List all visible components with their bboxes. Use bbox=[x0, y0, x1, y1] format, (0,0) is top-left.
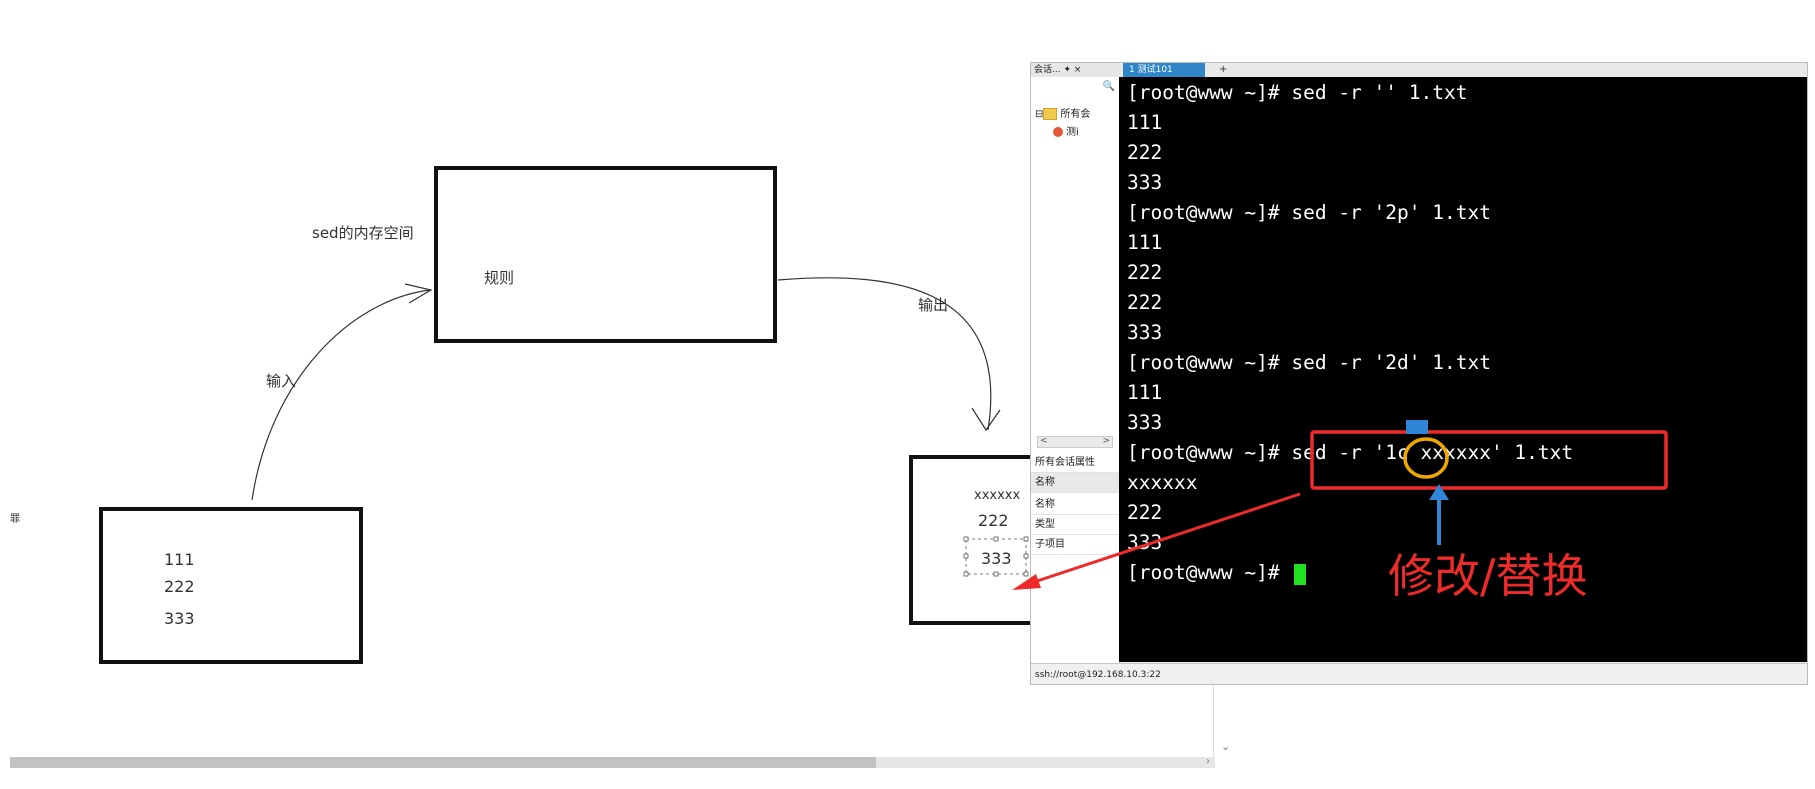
annotation-text: 修改/替换 bbox=[1388, 549, 1588, 603]
scroll-thumb[interactable] bbox=[10, 757, 876, 768]
selection-marker-icon bbox=[1406, 420, 1428, 434]
annotation-marks bbox=[1012, 420, 1668, 590]
chevron-down-icon[interactable]: ⌄ bbox=[1221, 740, 1230, 753]
red-pointer-arrow bbox=[1021, 492, 1301, 588]
chevron-right-icon[interactable]: › bbox=[1206, 756, 1210, 767]
red-pointer-arrowhead bbox=[1012, 574, 1041, 590]
page-horizontal-scrollbar[interactable] bbox=[10, 757, 1215, 768]
command-highlight-box bbox=[1310, 430, 1668, 490]
c-command-highlight-circle bbox=[1403, 437, 1449, 479]
vertical-divider bbox=[1213, 682, 1214, 757]
